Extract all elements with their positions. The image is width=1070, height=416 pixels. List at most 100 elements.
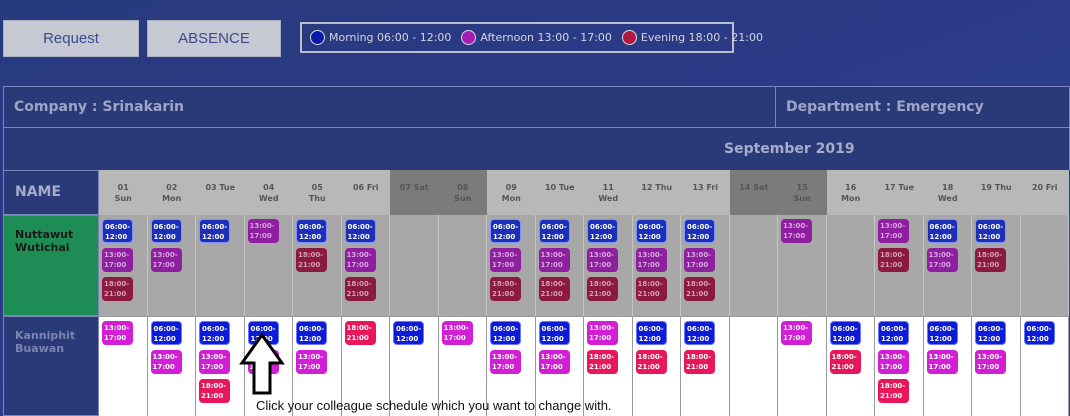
shift-block[interactable]: 13:00- 17:00 xyxy=(781,321,812,345)
shift-block[interactable]: 18:00- 21:00 xyxy=(102,277,133,301)
shift-block[interactable]: 13:00- 17:00 xyxy=(926,350,958,374)
shift-block[interactable]: 06:00- 12:00 xyxy=(150,219,182,243)
shift-block[interactable]: 18:00- 21:00 xyxy=(296,248,327,272)
shift-block[interactable]: 13:00- 17:00 xyxy=(587,321,618,345)
shift-block[interactable]: 18:00- 21:00 xyxy=(975,248,1006,272)
shift-block[interactable]: 18:00- 21:00 xyxy=(587,350,618,374)
schedule-cell[interactable]: 06:00- 12:00 18:00- 21:00 xyxy=(972,215,1021,316)
shift-block[interactable]: 06:00- 12:00 xyxy=(635,321,667,345)
schedule-cell[interactable]: 06:00- 12:00 13:00- 17:00 xyxy=(147,316,196,416)
shift-block[interactable]: 06:00- 12:00 xyxy=(150,321,182,345)
schedule-cell[interactable]: 13:00- 17:00 xyxy=(99,316,148,416)
schedule-cell[interactable]: 06:00- 12:00 18:00- 21:00 xyxy=(632,316,681,416)
shift-block[interactable]: 13:00- 17:00 xyxy=(102,321,133,345)
shift-block[interactable]: 06:00- 12:00 xyxy=(684,321,715,345)
shift-block[interactable]: 18:00- 21:00 xyxy=(878,248,909,272)
shift-block[interactable]: 06:00- 12:00 xyxy=(829,321,861,345)
shift-block[interactable]: 13:00- 17:00 xyxy=(538,248,570,272)
shift-block[interactable]: 18:00- 21:00 xyxy=(538,277,570,301)
schedule-cell[interactable]: 06:00- 12:00 18:00- 21:00 xyxy=(293,215,342,316)
shift-block[interactable]: 06:00- 12:00 xyxy=(490,321,521,345)
shift-block[interactable]: 13:00- 17:00 xyxy=(199,350,230,374)
schedule-cell[interactable]: 13:00- 17:00 xyxy=(778,215,827,316)
shift-block[interactable]: 13:00- 17:00 xyxy=(441,321,473,345)
schedule-cell[interactable] xyxy=(390,215,439,316)
shift-block[interactable]: 18:00- 21:00 xyxy=(587,277,618,301)
shift-block[interactable]: 18:00- 21:00 xyxy=(829,350,861,374)
schedule-cell[interactable]: 06:00- 12:00 13:00- 17:00 xyxy=(923,316,972,416)
schedule-cell[interactable] xyxy=(826,215,875,316)
schedule-cell[interactable]: 06:00- 12:00 13:00- 17:00 18:00- 21:00 xyxy=(535,215,584,316)
shift-block[interactable]: 06:00- 12:00 xyxy=(102,219,133,243)
shift-block[interactable]: 13:00- 17:00 xyxy=(296,350,327,374)
shift-block[interactable]: 06:00- 12:00 xyxy=(635,219,667,243)
schedule-cell[interactable]: 06:00- 12:00 13:00- 17:00 xyxy=(147,215,196,316)
shift-block[interactable]: 18:00- 21:00 xyxy=(684,277,715,301)
shift-block[interactable]: 06:00- 12:00 xyxy=(538,321,570,345)
schedule-cell[interactable]: 06:00- 12:00 13:00- 17:00 18:00- 21:00 xyxy=(487,215,536,316)
shift-block[interactable]: 18:00- 21:00 xyxy=(344,277,376,301)
schedule-cell[interactable] xyxy=(729,215,778,316)
shift-block[interactable]: 13:00- 17:00 xyxy=(344,248,376,272)
shift-block[interactable]: 06:00- 12:00 xyxy=(975,321,1006,345)
shift-block[interactable]: 13:00- 17:00 xyxy=(975,350,1006,374)
shift-block[interactable]: 18:00- 21:00 xyxy=(344,321,376,345)
shift-block[interactable]: 06:00- 12:00 xyxy=(199,321,230,345)
shift-block[interactable]: 06:00- 12:00 xyxy=(296,219,327,243)
day-of-week: Wed xyxy=(937,194,958,203)
schedule-cell[interactable]: 13:00- 17:00 xyxy=(244,215,293,316)
shift-block[interactable]: 13:00- 17:00 xyxy=(150,350,182,374)
schedule-cell[interactable]: 06:00- 12:00 13:00- 17:00 18:00- 21:00 xyxy=(341,215,390,316)
absence-button[interactable]: ABSENCE xyxy=(147,20,281,57)
schedule-cell[interactable]: 06:00- 12:00 xyxy=(1020,316,1069,416)
schedule-cell[interactable] xyxy=(1020,215,1069,316)
shift-block[interactable]: 06:00- 12:00 xyxy=(1023,321,1055,345)
shift-block[interactable]: 06:00- 12:00 xyxy=(490,219,521,243)
shift-block[interactable]: 18:00- 21:00 xyxy=(490,277,521,301)
shift-block[interactable]: 06:00- 12:00 xyxy=(975,219,1006,243)
schedule-cell[interactable]: 06:00- 12:00 18:00- 21:00 xyxy=(826,316,875,416)
shift-block[interactable]: 06:00- 12:00 xyxy=(199,219,230,243)
shift-block[interactable]: 13:00- 17:00 xyxy=(587,248,618,272)
shift-block[interactable]: 13:00- 17:00 xyxy=(878,350,909,374)
shift-block[interactable]: 18:00- 21:00 xyxy=(635,350,667,374)
schedule-cell[interactable]: 06:00- 12:00 13:00- 17:00 18:00- 21:00 xyxy=(681,215,730,316)
shift-block[interactable]: 06:00- 12:00 xyxy=(878,321,909,345)
request-button[interactable]: Request xyxy=(3,20,139,57)
schedule-cell[interactable] xyxy=(438,215,487,316)
shift-block[interactable]: 06:00- 12:00 xyxy=(684,219,715,243)
schedule-cell[interactable]: 06:00- 12:00 13:00- 17:00 18:00- 21:00 xyxy=(584,215,633,316)
shift-block[interactable]: 13:00- 17:00 xyxy=(490,350,521,374)
shift-block[interactable]: 13:00- 17:00 xyxy=(490,248,521,272)
schedule-cell[interactable]: 06:00- 12:00 13:00- 17:00 18:00- 21:00 xyxy=(632,215,681,316)
schedule-cell[interactable] xyxy=(729,316,778,416)
shift-block[interactable]: 13:00- 17:00 xyxy=(538,350,570,374)
schedule-cell[interactable]: 13:00- 17:00 xyxy=(778,316,827,416)
schedule-cell[interactable]: 06:00- 12:00 18:00- 21:00 xyxy=(681,316,730,416)
shift-block[interactable]: 06:00- 12:00 xyxy=(538,219,570,243)
schedule-cell[interactable]: 06:00- 12:00 13:00- 17:00 xyxy=(972,316,1021,416)
shift-block[interactable]: 06:00- 12:00 xyxy=(587,219,618,243)
schedule-cell[interactable]: 06:00- 12:00 xyxy=(196,215,245,316)
shift-block[interactable]: 13:00- 17:00 xyxy=(635,248,667,272)
shift-block[interactable]: 18:00- 21:00 xyxy=(199,379,230,403)
shift-block[interactable]: 06:00- 12:00 xyxy=(344,219,376,243)
shift-block[interactable]: 13:00- 17:00 xyxy=(781,219,812,243)
shift-block[interactable]: 18:00- 21:00 xyxy=(684,350,715,374)
shift-block[interactable]: 13:00- 17:00 xyxy=(684,248,715,272)
shift-block[interactable]: 13:00- 17:00 xyxy=(926,248,958,272)
shift-block[interactable]: 18:00- 21:00 xyxy=(878,379,909,403)
schedule-cell[interactable]: 06:00- 12:00 13:00- 17:00 xyxy=(923,215,972,316)
shift-block[interactable]: 06:00- 12:00 xyxy=(926,219,958,243)
shift-block[interactable]: 06:00- 12:00 xyxy=(393,321,424,345)
schedule-cell[interactable]: 06:00- 12:00 13:00- 17:00 18:00- 21:00 xyxy=(99,215,148,316)
shift-block[interactable]: 13:00- 17:00 xyxy=(247,219,279,243)
shift-block[interactable]: 06:00- 12:00 xyxy=(926,321,958,345)
shift-block[interactable]: 13:00- 17:00 xyxy=(878,219,909,243)
shift-block[interactable]: 06:00- 12:00 xyxy=(296,321,327,345)
shift-block[interactable]: 13:00- 17:00 xyxy=(150,248,182,272)
shift-block[interactable]: 13:00- 17:00 xyxy=(102,248,133,272)
schedule-cell[interactable]: 06:00- 12:00 13:00- 17:00 18:00- 21:00 xyxy=(875,316,924,416)
shift-block[interactable]: 18:00- 21:00 xyxy=(635,277,667,301)
schedule-cell[interactable]: 13:00- 17:00 18:00- 21:00 xyxy=(875,215,924,316)
